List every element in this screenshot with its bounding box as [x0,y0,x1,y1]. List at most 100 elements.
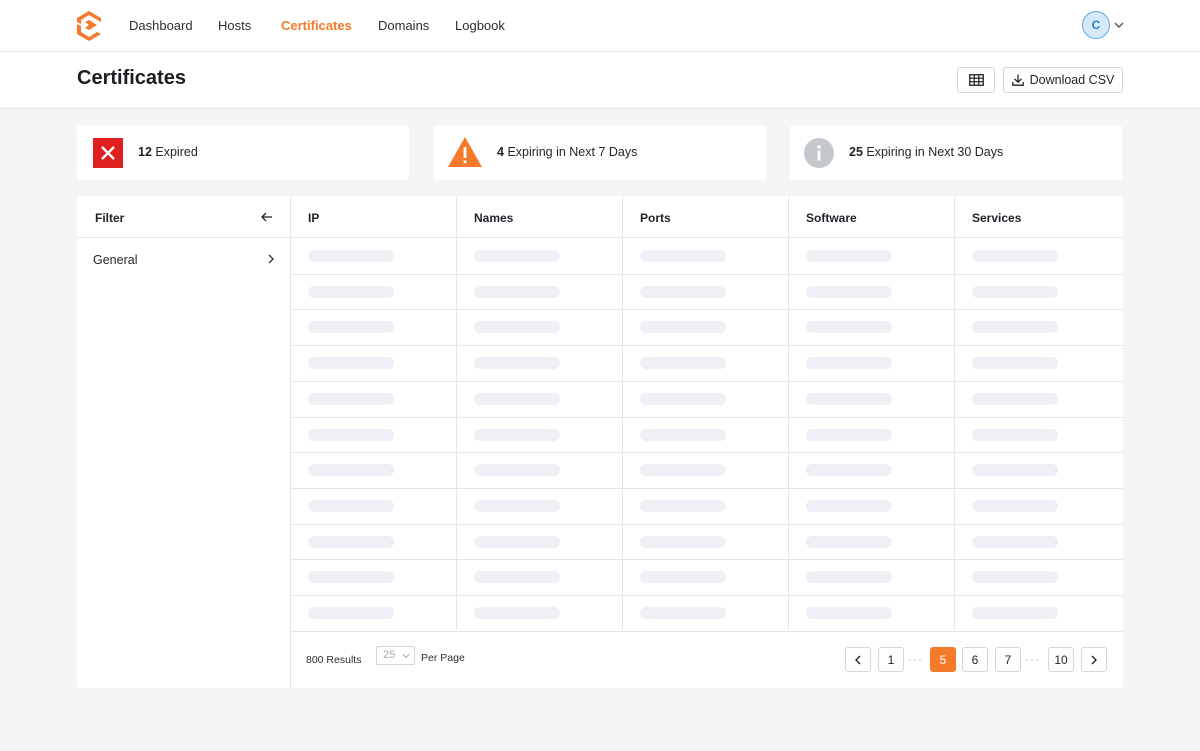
column-divider [954,196,955,630]
loading-placeholder [308,536,394,548]
nav-logbook[interactable]: Logbook [455,18,505,33]
table-row-divider [291,488,1123,489]
chevron-right-icon [268,254,274,264]
logo-icon[interactable] [76,11,102,41]
loading-placeholder [474,250,560,262]
table-view-button[interactable] [957,67,995,93]
stat-card-expiring-7[interactable]: 4 Expiring in Next 7 Days [434,125,766,180]
loading-placeholder [308,250,394,262]
page-button-7[interactable]: 7 [995,647,1021,672]
page-button-10[interactable]: 10 [1048,647,1074,672]
loading-placeholder [972,321,1058,333]
download-icon [1011,74,1024,86]
loading-placeholder [640,357,726,369]
loading-placeholder [308,393,394,405]
stat-card-expiring-30[interactable]: 25 Expiring in Next 30 Days [790,125,1122,180]
arrow-left-icon[interactable] [260,210,274,224]
stat-label: Expiring in Next 7 Days [507,145,638,159]
stat-label: Expired [155,145,198,159]
table-row-divider [291,595,1123,596]
loading-placeholder [972,429,1058,441]
nav-certificates[interactable]: Certificates [281,18,352,33]
page-header: Certificates Download CSV [0,52,1200,108]
table-row-divider [291,274,1123,275]
page-button-6[interactable]: 6 [962,647,988,672]
loading-placeholder [474,393,560,405]
loading-placeholder [640,536,726,548]
loading-placeholder [474,607,560,619]
table-footer: 800 Results 25 Per Page 1 ··· 5 6 7 ··· … [291,630,1123,688]
loading-placeholder [806,357,892,369]
loading-placeholder [308,357,394,369]
table-row-divider [291,309,1123,310]
loading-placeholder [972,286,1058,298]
loading-placeholder [806,321,892,333]
table-row-divider [291,524,1123,525]
loading-placeholder [640,429,726,441]
column-divider [622,196,623,630]
avatar[interactable]: C [1082,11,1110,39]
loading-placeholder [972,250,1058,262]
chevron-down-icon [402,654,410,659]
loading-placeholder [474,464,560,476]
loading-placeholder [640,500,726,512]
loading-placeholder [308,464,394,476]
column-header-ip[interactable]: IP [291,196,457,238]
chevron-left-icon [855,655,861,664]
loading-placeholder [474,571,560,583]
page-button-1[interactable]: 1 [878,647,904,672]
loading-placeholder [806,393,892,405]
loading-placeholder [806,429,892,441]
stat-count: 25 [849,145,863,159]
page-title: Certificates [77,67,186,89]
loading-placeholder [474,357,560,369]
prev-page-button[interactable] [845,647,871,672]
nav-hosts[interactable]: Hosts [218,18,251,33]
loading-placeholder [806,250,892,262]
loading-placeholder [972,607,1058,619]
info-icon [804,138,834,168]
loading-placeholder [972,393,1058,405]
download-csv-label: Download CSV [1029,73,1115,87]
filter-item-general[interactable]: General [77,238,290,280]
filter-header: Filter [77,196,290,238]
chevron-down-icon[interactable] [1113,19,1125,31]
nav-domains[interactable]: Domains [378,18,429,33]
loading-placeholder [640,286,726,298]
loading-placeholder [640,321,726,333]
loading-placeholder [474,500,560,512]
x-icon [93,138,123,168]
warning-icon [448,137,482,167]
certificates-table: IP Names Ports Software Services [291,196,1123,632]
next-page-button[interactable] [1081,647,1107,672]
chevron-right-icon [1091,655,1097,664]
table-grid-icon [968,74,984,86]
page-button-5[interactable]: 5 [930,647,956,672]
loading-placeholder [474,536,560,548]
loading-placeholder [308,429,394,441]
loading-placeholder [806,286,892,298]
stat-card-expired[interactable]: 12 Expired [77,125,409,180]
loading-placeholder [308,500,394,512]
table-row-divider [291,452,1123,453]
filter-item-label: General [93,253,138,267]
filter-sidebar: Filter General [77,196,291,688]
column-header-ports[interactable]: Ports [623,196,789,238]
column-header-names[interactable]: Names [457,196,623,238]
nav-dashboard[interactable]: Dashboard [129,18,193,33]
filter-title: Filter [95,211,125,225]
loading-placeholder [308,286,394,298]
table-row-divider [291,345,1123,346]
loading-placeholder [972,536,1058,548]
per-page-select[interactable]: 25 [376,646,415,665]
download-csv-button[interactable]: Download CSV [1003,67,1123,93]
column-header-software[interactable]: Software [789,196,955,238]
loading-placeholder [308,321,394,333]
column-divider [788,196,789,630]
pagination-ellipsis: ··· [908,652,923,666]
column-header-services[interactable]: Services [955,196,1123,238]
per-page-label: Per Page [421,652,465,664]
loading-placeholder [308,571,394,583]
pagination-ellipsis: ··· [1025,652,1040,666]
per-page-value: 25 [383,649,396,661]
